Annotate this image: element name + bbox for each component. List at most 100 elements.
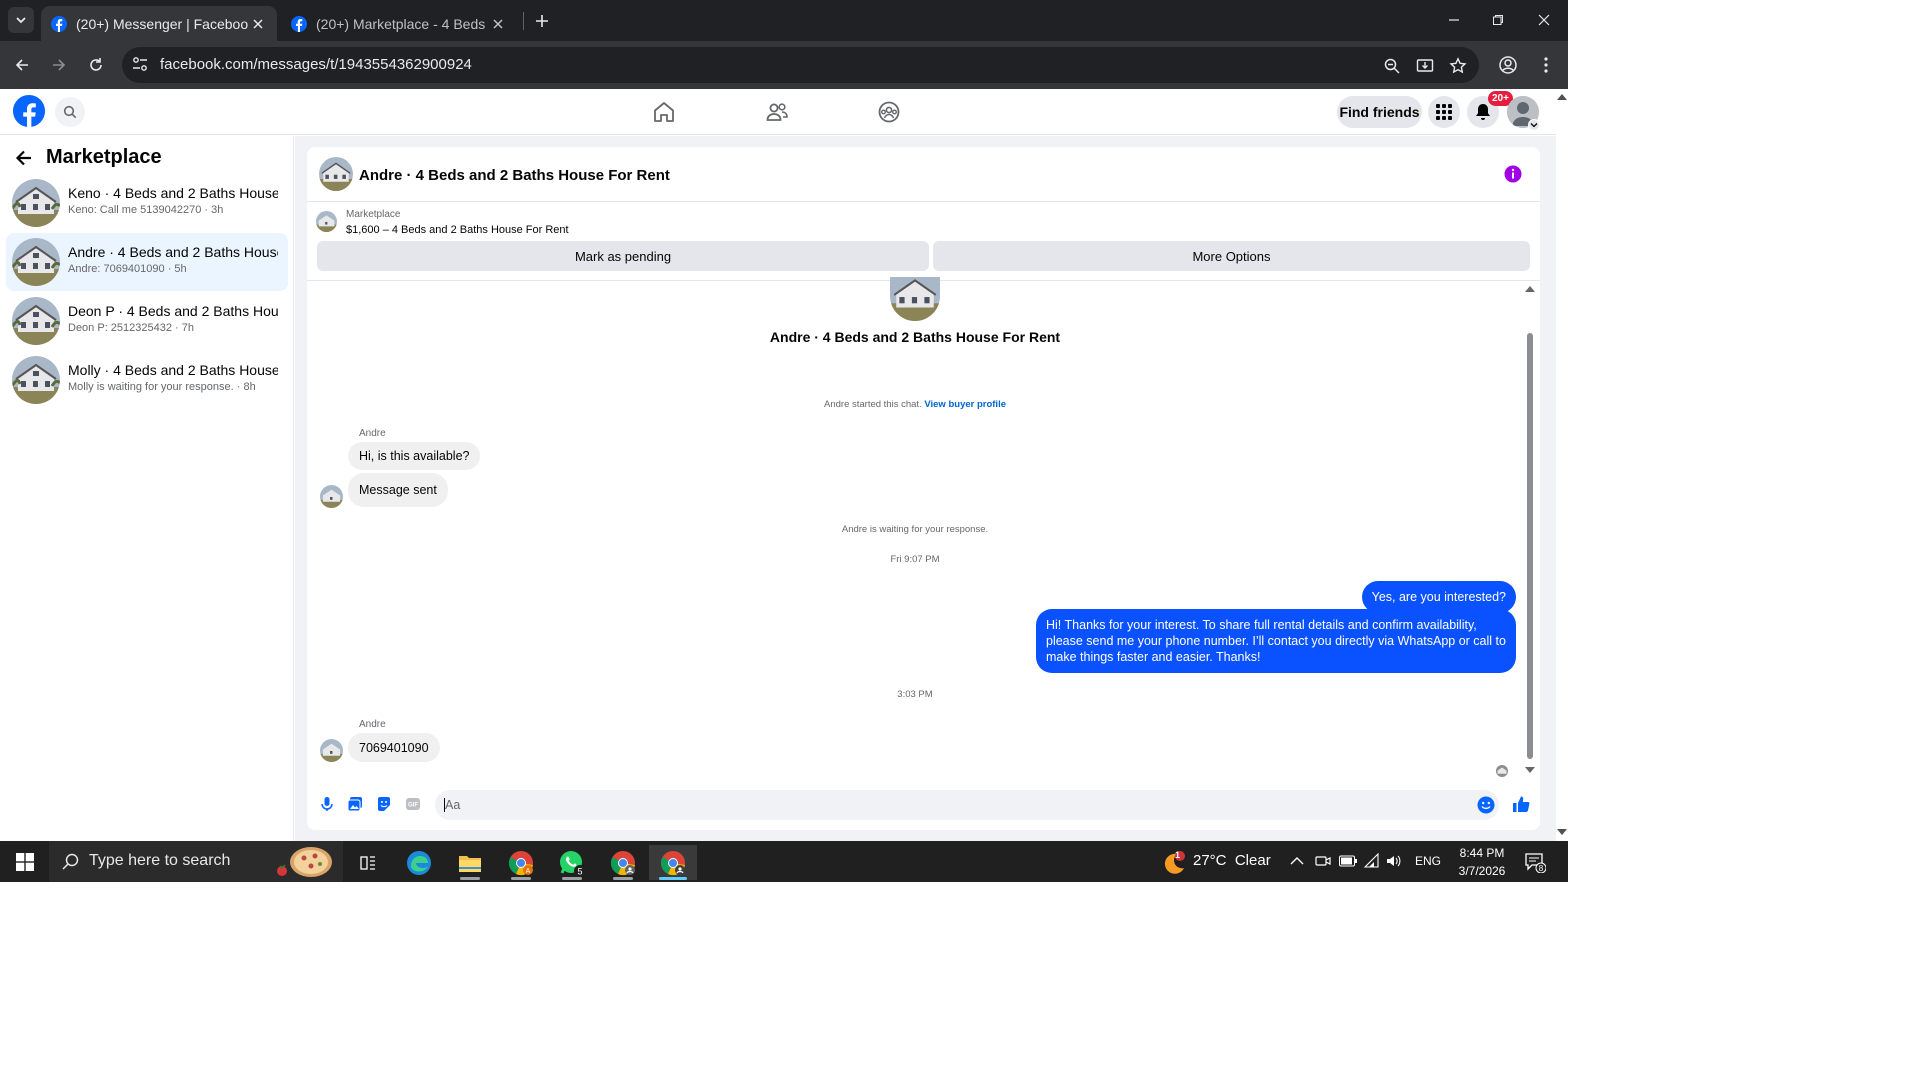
task-view-icon <box>360 855 375 870</box>
address-bar[interactable]: facebook.com/messages/t/1943554362900924 <box>122 47 1479 83</box>
listing-title[interactable]: $1,600 – 4 Beds and 2 Baths House For Re… <box>346 224 569 236</box>
listing-large-thumbnail <box>890 277 940 321</box>
facebook-header: Find friends 20+ <box>0 89 1556 135</box>
reload-icon <box>90 58 102 71</box>
wifi-icon[interactable] <box>1364 853 1380 869</box>
conversation-preview: Molly is waiting for your response. · 8h <box>68 381 256 393</box>
browser-menu-button[interactable] <box>1534 53 1558 77</box>
listing-thumbnail <box>12 179 60 227</box>
taskbar-chrome-active[interactable] <box>649 845 697 880</box>
taskbar-file-explorer[interactable] <box>447 845 493 880</box>
timestamp: 3:03 PM <box>897 689 933 700</box>
conversation-item-andre[interactable]: Andre · 4 Beds and 2 Baths House ... And… <box>6 233 288 291</box>
minimize-window-button[interactable] <box>1441 8 1467 32</box>
home-icon[interactable] <box>651 99 677 125</box>
windows-start-icon[interactable] <box>16 853 34 871</box>
find-friends-button[interactable]: Find friends <box>1337 96 1422 128</box>
scroll-down-icon[interactable] <box>1525 767 1535 773</box>
notification-center-icon[interactable]: 8 <box>1524 851 1546 873</box>
message-input[interactable]: Aa <box>435 790 1499 820</box>
folder-icon <box>459 855 481 872</box>
arrow-right-icon <box>53 59 66 71</box>
running-indicator <box>613 877 633 880</box>
chat-avatar[interactable] <box>319 157 353 191</box>
weather-alert-badge: 1 <box>1175 850 1181 860</box>
profile-button[interactable] <box>1496 53 1520 77</box>
battery-icon[interactable] <box>1339 855 1357 867</box>
scroll-up-icon[interactable] <box>1525 286 1535 292</box>
conversation-preview: Deon P: 2512325432 · 7h <box>68 322 194 334</box>
chrome-icon <box>660 850 685 875</box>
arrow-left-icon <box>15 59 28 71</box>
meet-now-icon[interactable] <box>1315 853 1331 869</box>
groups-icon[interactable] <box>876 99 902 125</box>
edge-browser-icon <box>407 850 431 875</box>
new-tab-button[interactable] <box>531 10 553 32</box>
chat-panel: Andre · 4 Beds and 2 Baths House For Ren… <box>307 147 1540 830</box>
facebook-favicon-icon <box>51 15 67 32</box>
facebook-logo-icon[interactable] <box>12 94 46 128</box>
mark-as-pending-button[interactable]: Mark as pending <box>317 241 929 271</box>
sender-avatar <box>320 485 343 508</box>
gif-icon[interactable]: GIF <box>405 796 421 812</box>
sidebar-title: Marketplace <box>46 146 162 168</box>
tab-search-dropdown[interactable] <box>8 7 34 33</box>
close-window-button[interactable] <box>1531 8 1557 32</box>
site-info-icon[interactable] <box>131 55 149 73</box>
forward-button[interactable] <box>47 53 71 77</box>
conversation-name: Keno · 4 Beds and 2 Baths House F... <box>68 185 278 201</box>
weather-text[interactable]: 27°C Clear <box>1193 852 1271 869</box>
friends-icon[interactable] <box>764 99 790 125</box>
conversation-item-molly[interactable]: Molly · 4 Beds and 2 Baths House ... Mol… <box>6 351 288 409</box>
info-icon[interactable] <box>1504 165 1522 183</box>
more-options-button[interactable]: More Options <box>933 241 1530 271</box>
taskbar-chrome-profile-a[interactable]: A <box>498 845 544 880</box>
task-view-button[interactable] <box>345 845 391 880</box>
install-app-icon[interactable] <box>1416 57 1434 75</box>
emoji-icon[interactable] <box>1477 796 1495 814</box>
account-dropdown[interactable] <box>1528 119 1540 131</box>
page-scrollbar[interactable] <box>1556 89 1568 841</box>
back-arrow-icon[interactable] <box>14 148 34 168</box>
chevron-down-icon <box>16 17 26 24</box>
taskbar-edge[interactable] <box>396 845 442 880</box>
browser-tab-bar: (20+) Messenger | Facebook (20+) Marketp… <box>0 0 1568 41</box>
facebook-search-button[interactable] <box>55 97 85 127</box>
restore-window-button[interactable] <box>1485 8 1511 32</box>
chat-scroll-thumb[interactable] <box>1527 333 1533 759</box>
close-tab-icon[interactable] <box>489 15 507 33</box>
taskbar-search-box[interactable]: Type here to search <box>49 841 343 882</box>
system-clock[interactable]: 8:44 PM 3/7/2026 <box>1452 844 1512 880</box>
url-text[interactable]: facebook.com/messages/t/1943554362900924 <box>160 56 472 73</box>
weather-moon-icon[interactable] <box>1162 851 1186 875</box>
chat-title[interactable]: Andre · 4 Beds and 2 Baths House For Ren… <box>359 167 670 184</box>
conversation-preview: Keno: Call me 5139042270 · 3h <box>68 204 224 216</box>
show-hidden-icons-icon[interactable] <box>1290 856 1304 866</box>
bookmark-star-icon[interactable] <box>1449 57 1467 75</box>
close-icon <box>1538 14 1550 26</box>
reload-button[interactable] <box>84 53 108 77</box>
close-tab-icon[interactable] <box>249 15 267 33</box>
browser-tab-messenger[interactable]: (20+) Messenger | Facebook <box>41 6 277 41</box>
taskbar-whatsapp[interactable]: 5 <box>549 845 595 880</box>
microphone-icon[interactable] <box>319 796 335 812</box>
zoom-icon[interactable] <box>1383 57 1401 75</box>
conversation-item-keno[interactable]: Keno · 4 Beds and 2 Baths House F... Ken… <box>6 174 288 232</box>
taskbar-chrome-profile-b[interactable] <box>600 845 646 880</box>
menu-grid-button[interactable] <box>1428 96 1460 128</box>
language-indicator[interactable]: ENG <box>1415 854 1441 868</box>
svg-text:GIF: GIF <box>408 803 418 809</box>
scroll-down-icon[interactable] <box>1557 829 1567 835</box>
chrome-icon <box>610 850 635 875</box>
browser-tab-marketplace[interactable]: (20+) Marketplace - 4 Beds and <box>281 6 517 41</box>
sticker-icon[interactable] <box>376 796 392 812</box>
photo-gallery-icon[interactable] <box>347 796 363 812</box>
like-thumb-icon[interactable] <box>1512 795 1530 813</box>
svg-text:A: A <box>526 868 531 875</box>
view-buyer-profile-link[interactable]: View buyer profile <box>924 399 1006 410</box>
taskbar-search-placeholder: Type here to search <box>89 852 231 869</box>
conversation-item-deon[interactable]: Deon P · 4 Beds and 2 Baths Hous... Deon… <box>6 292 288 350</box>
volume-icon[interactable] <box>1386 853 1402 869</box>
back-button[interactable] <box>10 53 34 77</box>
scroll-up-icon[interactable] <box>1557 94 1567 100</box>
